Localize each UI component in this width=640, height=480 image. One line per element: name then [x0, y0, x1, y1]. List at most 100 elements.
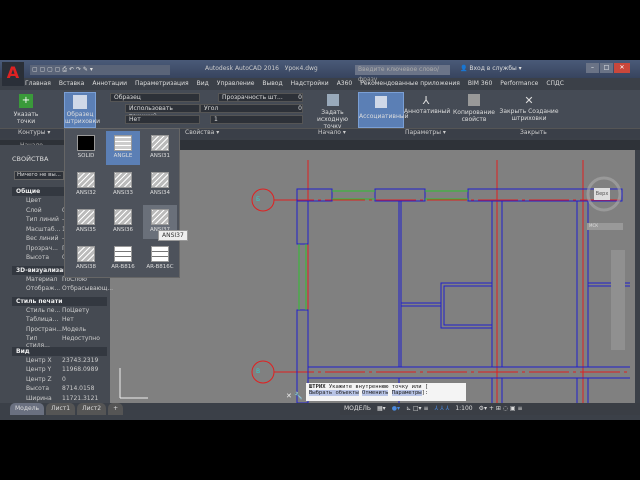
ribbon-tab[interactable]: Вставка [59, 78, 84, 90]
property-row[interactable]: Масштаб...1 [26, 226, 66, 233]
wcs-menu[interactable]: МСК [587, 223, 623, 230]
selection-combo[interactable]: Ничего не вы... [14, 171, 64, 180]
property-row[interactable]: Высота0 [26, 254, 66, 261]
ribbon-tab[interactable]: Вид [197, 78, 209, 90]
property-value: 23743.2319 [62, 356, 99, 364]
params-panel-title[interactable]: Параметры ▾ [405, 129, 446, 136]
ribbon-tab[interactable]: A360 [337, 78, 353, 90]
quick-access-toolbar[interactable]: ▢ ▢ ▢ ▢ ⎙ ↶ ↷ ✎ ▾ [30, 65, 170, 75]
angle-field[interactable]: Угол 0 [200, 104, 303, 113]
hatch-swatch-icon [151, 209, 169, 225]
ribbon-tab[interactable]: Параметризация [135, 78, 189, 90]
transparency-label: Прозрачность шт... [222, 94, 283, 101]
property-name: Центр Y [26, 366, 52, 373]
model-space-button[interactable]: МОДЕЛЬ [344, 403, 371, 415]
grid-icon[interactable]: ▦▾ [377, 403, 386, 415]
scale-combo[interactable]: 1:100 [455, 403, 472, 415]
annotative-button[interactable]: ⅄ Аннотативный [404, 94, 450, 115]
drawing-canvas[interactable]: Верх МСК Б В [110, 150, 635, 404]
pick-points-button[interactable]: + Указать точки [5, 94, 47, 125]
background-color-combo[interactable]: Нет [125, 115, 200, 124]
hatch-pattern-ansi34[interactable]: ANSI34 [143, 168, 177, 202]
hatch-type-combo[interactable]: Образец [110, 93, 200, 102]
hatch-pattern-ansi35[interactable]: ANSI35 [69, 205, 103, 239]
property-row[interactable]: Центр X 23743.2319 [26, 357, 98, 364]
property-name: Простран... [26, 325, 62, 333]
ribbon-tab[interactable]: Performance [500, 78, 538, 90]
property-row[interactable]: Слой0 [26, 207, 66, 214]
minimize-button[interactable]: – [586, 63, 599, 73]
set-origin-button[interactable]: Задать исходную точку [315, 94, 350, 130]
ribbon-tab[interactable]: Аннотации [92, 78, 127, 90]
hatch-pattern-angle[interactable]: ANGLE [106, 131, 140, 165]
hatch-pattern-ansi32[interactable]: ANSI32 [69, 168, 103, 202]
annotation-icon[interactable]: ⅄ ⅄ ⅄ [435, 403, 450, 415]
status-bar: МОДЕЛЬ ▦▾ ●▾ ⊾ □▾ ≡ ⅄ ⅄ ⅄ 1:100 ⚙▾ + ⊞ ◌… [340, 403, 640, 415]
hatch-pattern-ansi31[interactable]: ANSI31 [143, 131, 177, 165]
hatch-swatch-icon [114, 135, 132, 151]
property-row[interactable]: Вес линий- [26, 235, 64, 242]
command-line[interactable]: ШТРИХ Укажите внутреннюю точку или [ Выб… [306, 383, 466, 401]
maximize-button[interactable]: □ [600, 63, 613, 73]
option-select-objects[interactable]: Выбрать объекты [309, 390, 359, 396]
section-header[interactable]: Стиль печати [12, 296, 107, 306]
ribbon-tab[interactable]: Главная [25, 78, 51, 90]
navigation-bar[interactable] [611, 250, 625, 350]
hatch-pattern-button[interactable]: Образец штриховки [64, 92, 100, 128]
ribbon-tab[interactable]: BIM 360 [468, 78, 492, 90]
property-name: Высота [26, 254, 49, 261]
layout-tab[interactable]: Модель [10, 403, 45, 415]
ribbon-tab[interactable]: Управление [217, 78, 255, 90]
layout-tab[interactable]: Лист1 [46, 403, 76, 415]
match-properties-button[interactable]: Копирование свойств [452, 94, 496, 123]
property-row[interactable]: Высота 8714.0158 [26, 385, 94, 392]
snap-icon[interactable]: ●▾ [392, 403, 400, 415]
property-name: Прозрач... [26, 244, 58, 252]
ribbon-tab[interactable]: СПДС [546, 78, 564, 90]
property-value: 11721.3121 [62, 394, 99, 402]
ribbon-tab[interactable]: Надстройки [291, 78, 329, 90]
property-row[interactable]: Ширина 11721.3121 [26, 395, 98, 402]
transparency-field[interactable]: Прозрачность шт... 0 [218, 93, 303, 102]
close-command-icon[interactable]: ✕ 🔧 [286, 392, 303, 400]
ortho-icon[interactable]: ⊾ □▾ ≡ [406, 403, 429, 415]
option-settings[interactable]: Параметры [391, 390, 422, 396]
command-end: ]: [421, 390, 429, 396]
close-hatch-button[interactable]: ✕ Закрыть Создание штриховки [498, 94, 560, 122]
layout-tab[interactable]: + [108, 403, 124, 415]
section-header[interactable]: Вид [12, 346, 107, 356]
property-row[interactable]: Таблица... Нет [26, 316, 74, 323]
property-row[interactable]: Стиль пе... ПоЦвету [26, 307, 89, 314]
property-row[interactable]: Прозрач...П [26, 245, 67, 252]
search-input[interactable]: Введите ключевое слово/фразу [355, 65, 450, 83]
hatch-color-combo[interactable]: Использовать текущий [125, 104, 200, 120]
ribbon-tab[interactable]: Вывод [262, 78, 282, 90]
associative-button[interactable]: Ассоциативный [358, 92, 409, 128]
hatch-pattern-label: ANSI34 [150, 190, 170, 196]
hatch-pattern-ansi38[interactable]: ANSI38 [69, 242, 103, 276]
close-window-button[interactable]: ✕ [614, 63, 630, 73]
property-row[interactable]: Простран... Модель [26, 326, 86, 333]
hatch-pattern-ansi33[interactable]: ANSI33 [106, 168, 140, 202]
property-row[interactable]: Отображ... Отбрасывающ... [26, 285, 113, 292]
properties-panel-title[interactable]: Свойства ▾ [185, 129, 219, 136]
workspace-icon[interactable]: ⚙▾ + ⊞ ◌ ▣ ≡ [479, 403, 523, 415]
contours-panel-title[interactable]: Контуры ▾ [18, 129, 50, 136]
property-row[interactable]: Центр Y 11968.0989 [26, 366, 98, 373]
layout-tab[interactable]: Лист2 [77, 403, 107, 415]
hatch-pattern-ar-b816[interactable]: AR-B816 [106, 242, 140, 276]
scale-field[interactable]: 1 [210, 115, 303, 124]
property-row[interactable]: Цвет [26, 197, 62, 204]
hatch-pattern-ar-b816c[interactable]: AR-B816C [143, 242, 177, 276]
hatch-swatch-icon [151, 172, 169, 188]
origin-panel-title[interactable]: Начало ▾ [318, 129, 346, 136]
option-undo[interactable]: Отменить [361, 390, 389, 396]
ribbon-tab[interactable]: Рекомендованные приложения [360, 78, 460, 90]
app-menu-button[interactable]: A [2, 62, 24, 86]
property-row[interactable]: Тип линий- [26, 216, 64, 223]
hatch-pattern-solid[interactable]: SOLID [69, 131, 103, 165]
viewcube[interactable]: Верх [594, 188, 610, 200]
property-row[interactable]: Центр Z 0 [26, 376, 66, 383]
hatch-pattern-ansi36[interactable]: ANSI36 [106, 205, 140, 239]
signin-button[interactable]: 👤 Вход в службы ▾ [460, 65, 522, 72]
